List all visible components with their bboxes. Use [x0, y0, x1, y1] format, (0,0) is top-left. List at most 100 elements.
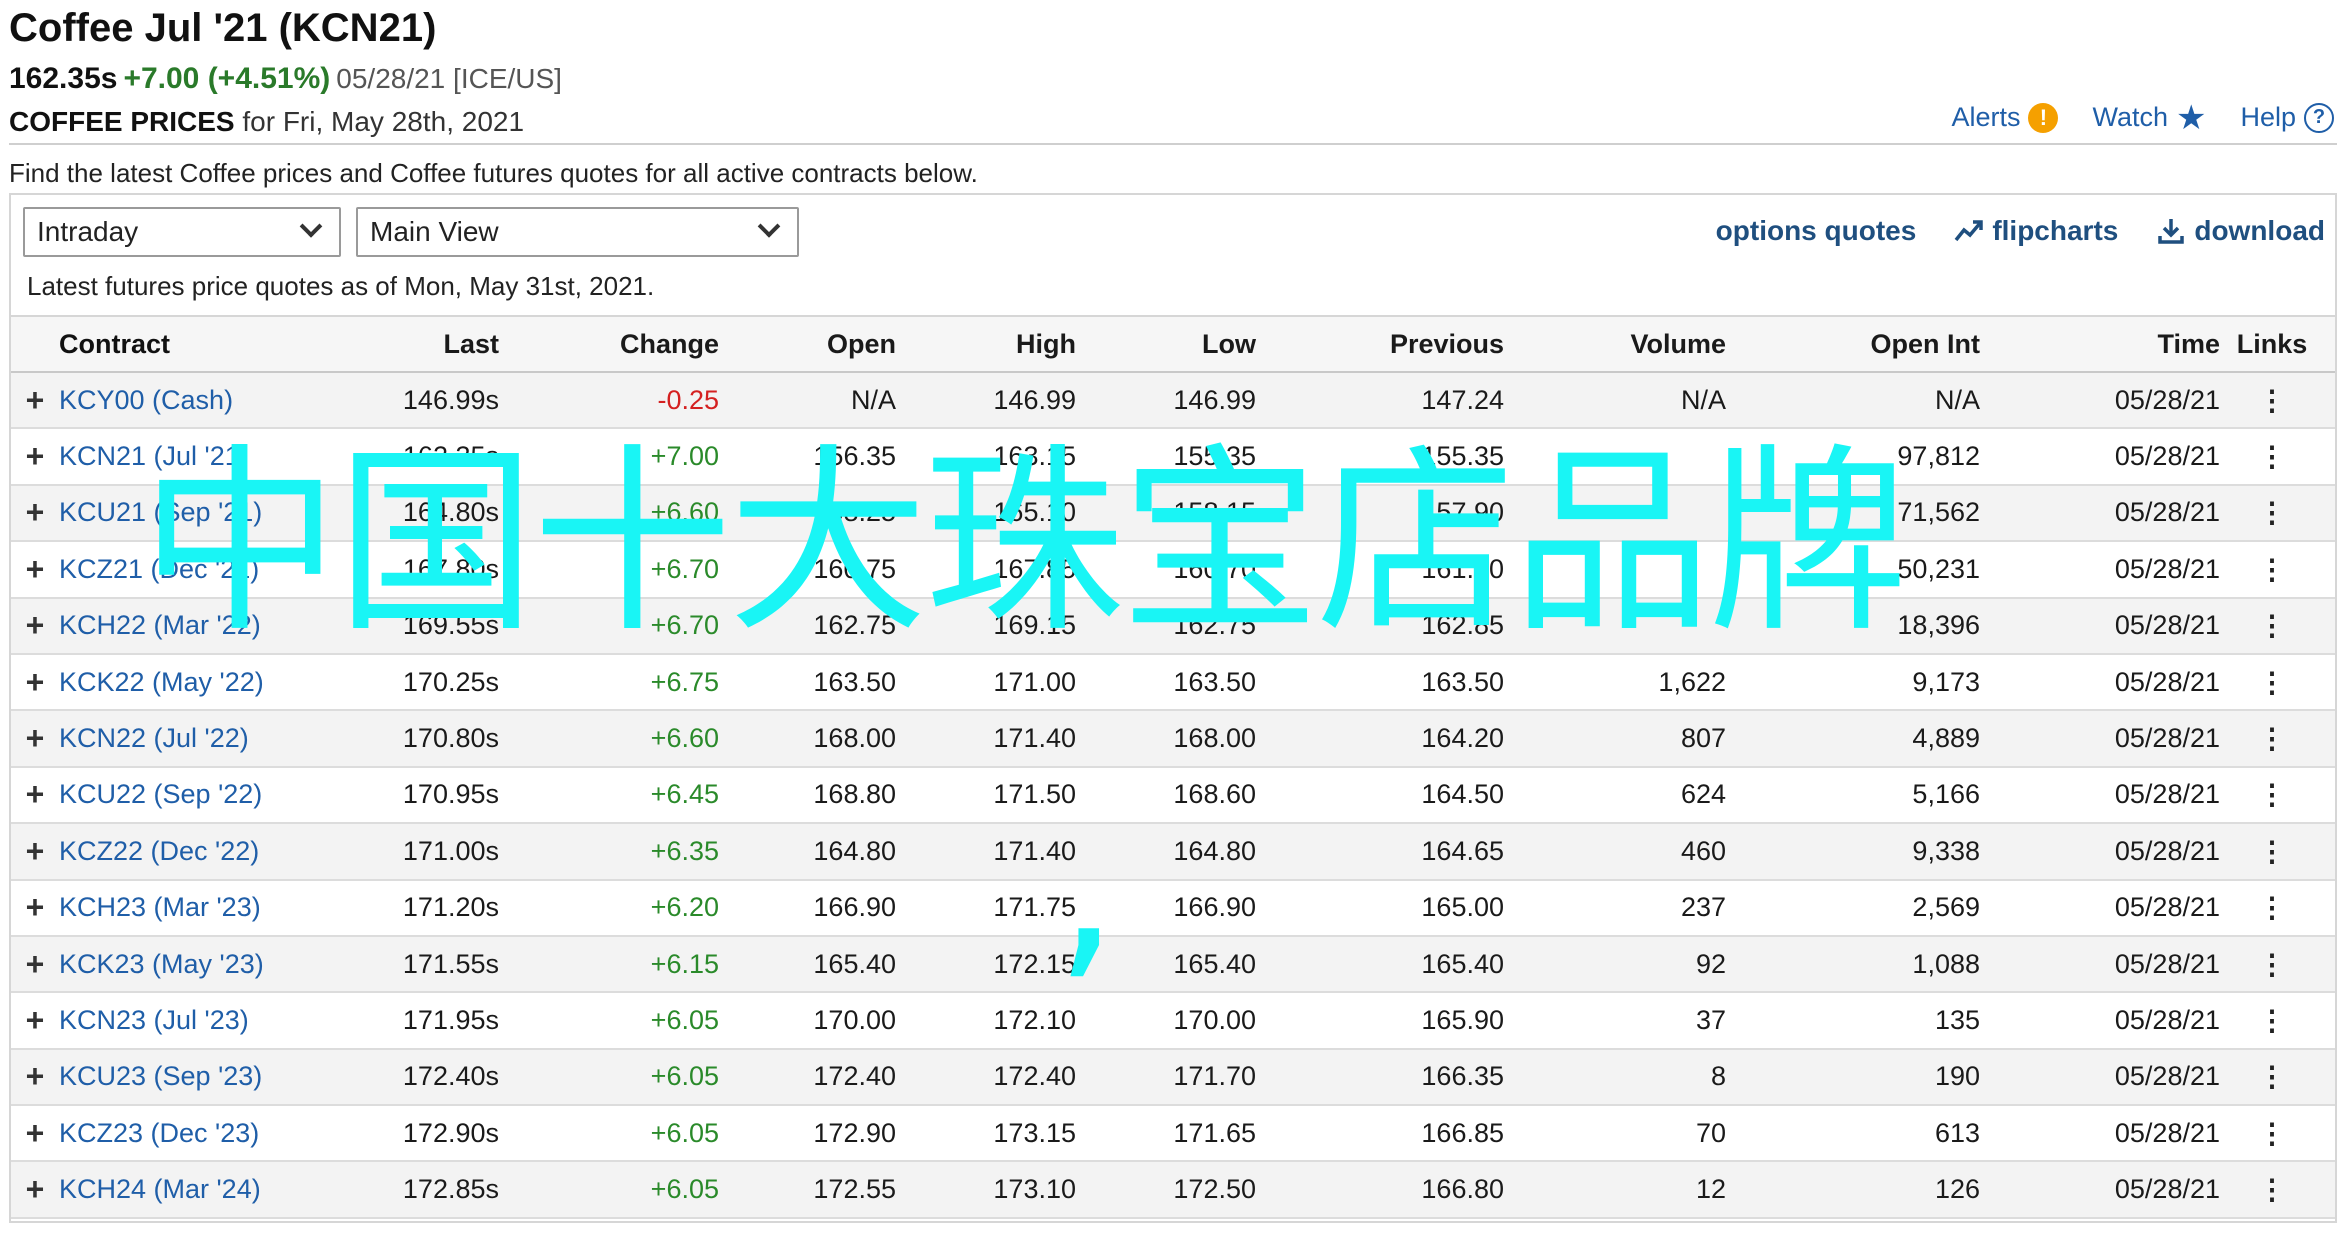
more-options-icon[interactable]: ⋮	[2232, 384, 2312, 417]
contract-link[interactable]: KCZ22 (Dec '22)	[59, 836, 331, 867]
low-value: 171.70	[1173, 1061, 1256, 1092]
more-options-icon[interactable]: ⋮	[2232, 1004, 2312, 1037]
last-value: 170.25s	[402, 666, 499, 697]
contract-link[interactable]: KCN22 (Jul '22)	[59, 723, 331, 754]
contract-link[interactable]: KCU22 (Sep '22)	[59, 779, 331, 810]
expand-row-icon[interactable]: +	[11, 551, 59, 588]
expand-row-icon[interactable]: +	[11, 664, 59, 701]
expand-row-icon[interactable]: +	[11, 1115, 59, 1152]
expand-row-icon[interactable]: +	[11, 720, 59, 757]
contract-link[interactable]: KCN23 (Jul '23)	[59, 1005, 331, 1036]
section-subtitle: COFFEE PRICES for Fri, May 28th, 2021	[9, 106, 524, 138]
time-value: 05/28/21	[2114, 553, 2220, 584]
low-value: 162.75	[1173, 610, 1256, 641]
col-open[interactable]: Open	[731, 329, 908, 360]
page-title: Coffee Jul '21 (KCN21)	[9, 6, 437, 50]
change-value: +6.15	[650, 948, 719, 979]
contract-link[interactable]: KCH24 (Mar '24)	[59, 1174, 331, 1205]
expand-row-icon[interactable]: +	[11, 382, 59, 419]
quotes-panel: Intraday Main View options quotes flipch…	[9, 193, 2337, 1223]
contract-link[interactable]: KCY00 (Cash)	[59, 385, 331, 416]
contract-link[interactable]: KCN21 (Jul '21)	[59, 441, 331, 472]
col-change[interactable]: Change	[511, 329, 731, 360]
col-low[interactable]: Low	[1088, 329, 1268, 360]
expand-row-icon[interactable]: +	[11, 607, 59, 644]
download-link[interactable]: download	[2156, 215, 2325, 247]
previous-value: 166.35	[1421, 1061, 1504, 1092]
watch-link[interactable]: Watch ★	[2092, 101, 2206, 135]
expand-row-icon[interactable]: +	[11, 438, 59, 475]
more-options-icon[interactable]: ⋮	[2232, 666, 2312, 699]
more-options-icon[interactable]: ⋮	[2232, 835, 2312, 868]
contract-link[interactable]: KCH23 (Mar '23)	[59, 892, 331, 923]
contract-link[interactable]: KCK23 (May '23)	[59, 949, 331, 980]
last-value: 162.35s	[402, 441, 499, 472]
alerts-link[interactable]: Alerts!	[1951, 102, 2059, 133]
col-time[interactable]: Time	[1992, 329, 2232, 360]
more-options-icon[interactable]: ⋮	[2232, 891, 2312, 924]
high-value: 171.50	[993, 779, 1076, 810]
col-volume[interactable]: Volume	[1516, 329, 1738, 360]
expand-row-icon[interactable]: +	[11, 946, 59, 983]
expand-row-icon[interactable]: +	[11, 776, 59, 813]
col-previous[interactable]: Previous	[1268, 329, 1516, 360]
contract-link[interactable]: KCH22 (Mar '22)	[59, 610, 331, 641]
more-options-icon[interactable]: ⋮	[2232, 778, 2312, 811]
expand-row-icon[interactable]: +	[11, 1171, 59, 1208]
alerts-label: Alerts	[1951, 102, 2021, 132]
contract-link[interactable]: KCZ21 (Dec '21)	[59, 554, 331, 585]
open-value: 170.00	[813, 1004, 896, 1035]
time-value: 05/28/21	[2114, 1117, 2220, 1148]
previous-value: 164.20	[1421, 723, 1504, 754]
previous-value: 163.50	[1421, 666, 1504, 697]
view-select[interactable]: Main View	[356, 207, 799, 257]
expand-row-icon[interactable]: +	[11, 833, 59, 870]
more-options-icon[interactable]: ⋮	[2232, 1060, 2312, 1093]
col-last[interactable]: Last	[331, 329, 511, 360]
change-value: +6.05	[650, 1004, 719, 1035]
more-options-icon[interactable]: ⋮	[2232, 553, 2312, 586]
previous-value: 155.35	[1421, 441, 1504, 472]
change-value: +6.60	[650, 497, 719, 528]
previous-value: 162.85	[1421, 610, 1504, 641]
help-link[interactable]: Help?	[2240, 102, 2334, 133]
period-select[interactable]: Intraday	[23, 207, 341, 257]
volume-value: 8	[1710, 1061, 1726, 1092]
high-value: 146.99	[993, 384, 1076, 415]
last-value: 171.95s	[402, 1004, 499, 1035]
more-options-icon[interactable]: ⋮	[2232, 496, 2312, 529]
more-options-icon[interactable]: ⋮	[2232, 1117, 2312, 1150]
last-value: 164.80s	[402, 497, 499, 528]
expand-row-icon[interactable]: +	[11, 889, 59, 926]
more-options-icon[interactable]: ⋮	[2232, 1173, 2312, 1206]
open-value: 164.80	[813, 835, 896, 866]
col-contract[interactable]: Contract	[59, 329, 331, 360]
col-open-int[interactable]: Open Int	[1738, 329, 1992, 360]
contract-link[interactable]: KCK22 (May '22)	[59, 667, 331, 698]
more-options-icon[interactable]: ⋮	[2232, 948, 2312, 981]
expand-row-icon[interactable]: +	[11, 1058, 59, 1095]
last-value: 169.55s	[402, 610, 499, 641]
download-icon	[2158, 219, 2185, 244]
asof-text: Latest futures price quotes as of Mon, M…	[27, 271, 655, 301]
time-value: 05/28/21	[2114, 948, 2220, 979]
col-high[interactable]: High	[908, 329, 1088, 360]
open-value: 162.75	[813, 610, 896, 641]
expand-row-icon[interactable]: +	[11, 494, 59, 531]
high-value: 171.40	[993, 723, 1076, 754]
time-value: 05/28/21	[2114, 666, 2220, 697]
flipcharts-link[interactable]: flipcharts	[1954, 215, 2118, 247]
more-options-icon[interactable]: ⋮	[2232, 440, 2312, 473]
more-options-icon[interactable]: ⋮	[2232, 609, 2312, 642]
contract-link[interactable]: KCZ23 (Dec '23)	[59, 1118, 331, 1149]
options-quotes-link[interactable]: options quotes	[1716, 215, 1917, 247]
open-value: 168.80	[813, 779, 896, 810]
expand-row-icon[interactable]: +	[11, 1002, 59, 1039]
volume-value: 70	[1695, 1117, 1726, 1148]
contract-link[interactable]: KCU21 (Sep '21)	[59, 497, 331, 528]
previous-value: 166.80	[1421, 1174, 1504, 1205]
volume-value: 92	[1695, 948, 1726, 979]
contract-link[interactable]: KCU23 (Sep '23)	[59, 1061, 331, 1092]
more-options-icon[interactable]: ⋮	[2232, 722, 2312, 755]
open-int-value: 71,562	[1897, 497, 1980, 528]
